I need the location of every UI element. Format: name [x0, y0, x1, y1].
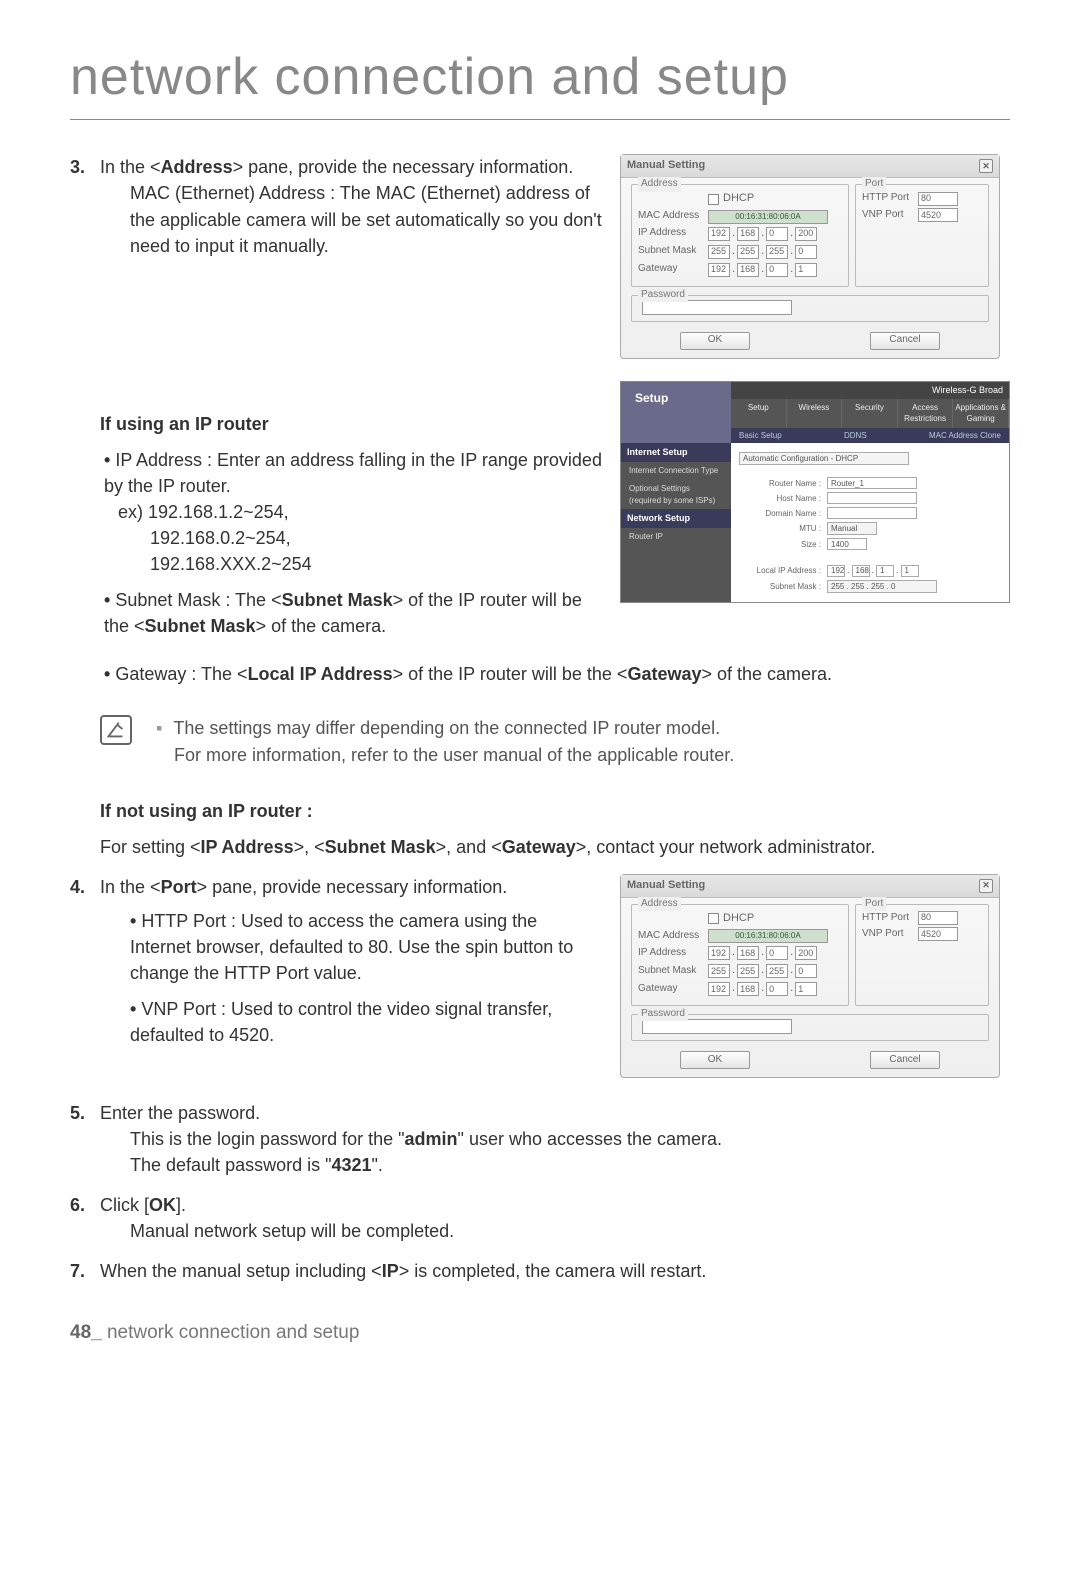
manual-setting-dialog: Manual Setting ✕ Address DHCP MAC Addres…: [620, 154, 1000, 358]
ok-button[interactable]: OK: [680, 332, 750, 350]
dhcp-checkbox[interactable]: [708, 194, 719, 205]
vnp-port-field[interactable]: 4520: [918, 208, 958, 222]
subnet-mask-select[interactable]: 255 . 255 . 255 . 0: [827, 580, 937, 593]
router-setup-figure: Setup Wireless-G Broad Setup Wireless Se…: [620, 381, 1010, 604]
host-name-field[interactable]: [827, 492, 917, 504]
step-3: 3.In the <Address> pane, provide the nec…: [100, 154, 602, 258]
if-using-ip-router-heading: If using an IP router: [100, 411, 602, 437]
note-icon: [100, 715, 132, 745]
step-3-mac: MAC (Ethernet) Address : The MAC (Ethern…: [100, 180, 602, 258]
note-block: The settings may differ depending on the…: [100, 715, 1010, 767]
page-footer: 48_ network connection and setup: [70, 1319, 1010, 1347]
iprouter-subnet-bullet: Subnet Mask : The <Subnet Mask> of the I…: [104, 587, 602, 639]
manual-setting-dialog-2: Manual Setting ✕ Address DHCP MAC Addres…: [620, 874, 1000, 1078]
cancel-button[interactable]: Cancel: [870, 1051, 940, 1069]
step-6: 6.Click [OK]. Manual network setup will …: [100, 1192, 1010, 1244]
step-5: 5.Enter the password. This is the login …: [100, 1100, 1010, 1178]
ip-octet[interactable]: 192: [708, 227, 730, 241]
mtu-select[interactable]: Manual: [827, 522, 877, 535]
dialog-title: Manual Setting: [627, 158, 705, 174]
no-router-paragraph: For setting <IP Address>, <Subnet Mask>,…: [100, 834, 1010, 860]
cancel-button[interactable]: Cancel: [870, 332, 940, 350]
router-name-field[interactable]: Router_1: [827, 477, 917, 489]
mac-address-field: 00:16:31:80:06:0A: [708, 210, 828, 224]
http-port-field[interactable]: 80: [918, 192, 958, 206]
iprouter-ip-bullet: IP Address : Enter an address falling in…: [104, 447, 602, 577]
page-title: network connection and setup: [70, 40, 1010, 120]
iprouter-gateway-bullet: Gateway : The <Local IP Address> of the …: [104, 661, 1010, 687]
mtu-size-field[interactable]: 1400: [827, 538, 867, 550]
step-7: 7.When the manual setup including <IP> i…: [100, 1258, 1010, 1284]
domain-name-field[interactable]: [827, 507, 917, 519]
ok-button[interactable]: OK: [680, 1051, 750, 1069]
close-icon[interactable]: ✕: [979, 159, 993, 173]
router-tab[interactable]: Setup: [731, 399, 787, 428]
if-not-using-ip-router-heading: If not using an IP router :: [100, 798, 1010, 824]
step-4: 4.In the <Port> pane, provide necessary …: [100, 874, 602, 1049]
connection-type-select[interactable]: Automatic Configuration - DHCP: [739, 452, 909, 465]
dhcp-checkbox[interactable]: [708, 913, 719, 924]
close-icon[interactable]: ✕: [979, 879, 993, 893]
